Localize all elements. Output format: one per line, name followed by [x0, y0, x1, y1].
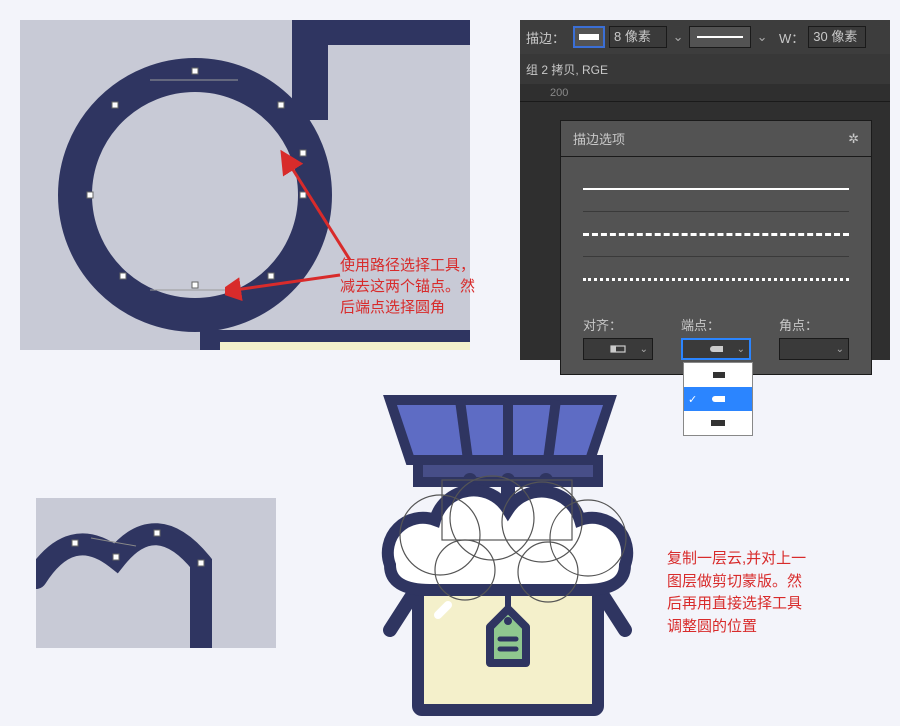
check-icon: ✓	[688, 393, 697, 406]
stroke-align-row: 对齐： ⌄ 端点： ⌄ ✓	[560, 305, 872, 375]
annotation-line: 使用路径选择工具，	[340, 255, 500, 276]
stroke-size-input[interactable]: 8 像素	[609, 26, 667, 48]
align-column: 对齐： ⌄	[583, 315, 653, 360]
annotation-line: 减去这两个锚点。然	[340, 276, 500, 297]
stroke-style-dotted[interactable]	[583, 261, 849, 297]
align-select[interactable]: ⌄	[583, 338, 653, 360]
canvas-ruler: 200	[520, 84, 890, 102]
annotation-line: 后再用直接选择工具	[667, 593, 827, 616]
cap-dropdown: ✓	[683, 362, 753, 436]
cap-option-round[interactable]: ✓	[684, 387, 752, 411]
cloud-box-illustration	[330, 380, 670, 720]
corner-column: 角点： ⌄	[779, 315, 849, 360]
stroke-options-title: 描边选项	[573, 129, 625, 148]
cap-select[interactable]: ⌄ ✓	[681, 338, 751, 360]
cap-option-butt[interactable]	[684, 363, 752, 387]
cap-label: 端点：	[681, 315, 751, 334]
stroke-width-input[interactable]: 30 像素	[808, 26, 866, 48]
corner-select[interactable]: ⌄	[779, 338, 849, 360]
corner-label: 角点：	[779, 315, 849, 334]
dropdown-chevron-icon[interactable]: ⌄	[671, 29, 685, 45]
annotation-line: 图层做剪切蒙版。然	[667, 571, 827, 594]
chevron-down-icon: ⌄	[737, 344, 745, 355]
canvas-cloud-path	[36, 498, 276, 648]
layer-breadcrumb: 组 2 拷贝, RGE	[520, 54, 890, 84]
annotation-text-2: 复制一层云,并对上一 图层做剪切蒙版。然 后再用直接选择工具 调整圆的位置	[667, 548, 827, 638]
layer-name: 组 2 拷贝, RGE	[526, 61, 608, 78]
chevron-down-icon: ⌄	[836, 344, 844, 355]
stroke-options-header: 描边选项 ✲	[560, 120, 872, 157]
cap-column: 端点： ⌄ ✓	[681, 315, 751, 360]
stroke-style-preview[interactable]	[689, 26, 751, 48]
gear-icon[interactable]: ✲	[848, 131, 859, 147]
ruler-mark: 200	[550, 87, 568, 99]
annotation-text-1: 使用路径选择工具， 减去这两个锚点。然 后端点选择圆角	[340, 255, 500, 318]
annotation-line: 后端点选择圆角	[340, 297, 500, 318]
stroke-color-swatch[interactable]	[573, 26, 605, 48]
chevron-down-icon: ⌄	[640, 344, 648, 355]
stroke-options-panel: 描边： 8 像素 ⌄ ⌄ W： 30 像素 组 2 拷贝, RGE 200 描边…	[520, 20, 890, 360]
width-label: W：	[779, 28, 804, 47]
annotation-line: 复制一层云,并对上一	[667, 548, 827, 571]
stroke-style-solid[interactable]	[583, 171, 849, 207]
cap-option-square[interactable]	[684, 411, 752, 435]
dropdown-chevron-icon[interactable]: ⌄	[755, 29, 769, 45]
align-label: 对齐：	[583, 315, 653, 334]
stroke-style-list	[560, 157, 872, 305]
annotation-line: 调整圆的位置	[667, 616, 827, 639]
stroke-style-dashed[interactable]	[583, 216, 849, 252]
stroke-label: 描边：	[526, 28, 565, 47]
stroke-toolbar: 描边： 8 像素 ⌄ ⌄ W： 30 像素	[520, 20, 890, 54]
